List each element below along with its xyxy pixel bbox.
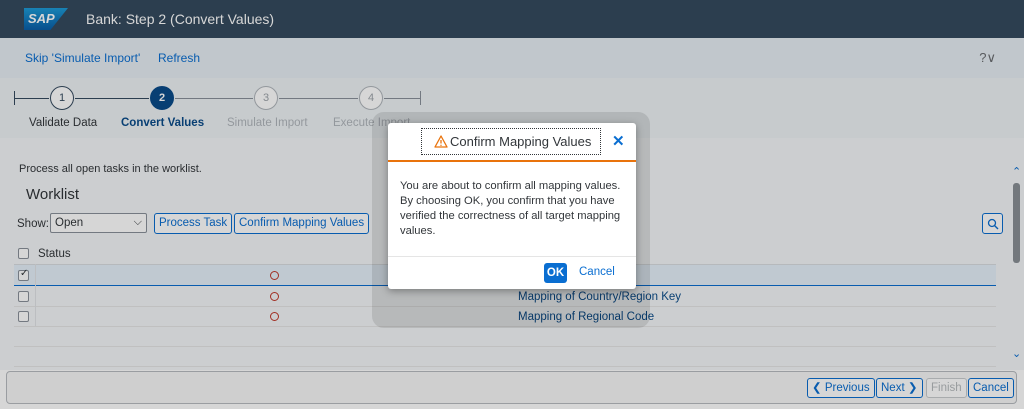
dialog-header: Confirm Mapping Values ✕	[388, 123, 636, 162]
cancel-button[interactable]: Cancel	[579, 266, 615, 278]
confirm-mapping-dialog: Confirm Mapping Values ✕ You are about t…	[388, 123, 636, 289]
dialog-message: You are about to confirm all mapping val…	[400, 180, 621, 237]
dialog-title: Confirm Mapping Values	[450, 134, 592, 149]
dialog-title-box: Confirm Mapping Values	[421, 128, 601, 155]
ok-button[interactable]: OK	[544, 263, 567, 283]
close-icon[interactable]: ✕	[612, 132, 625, 150]
warning-icon	[434, 135, 448, 148]
